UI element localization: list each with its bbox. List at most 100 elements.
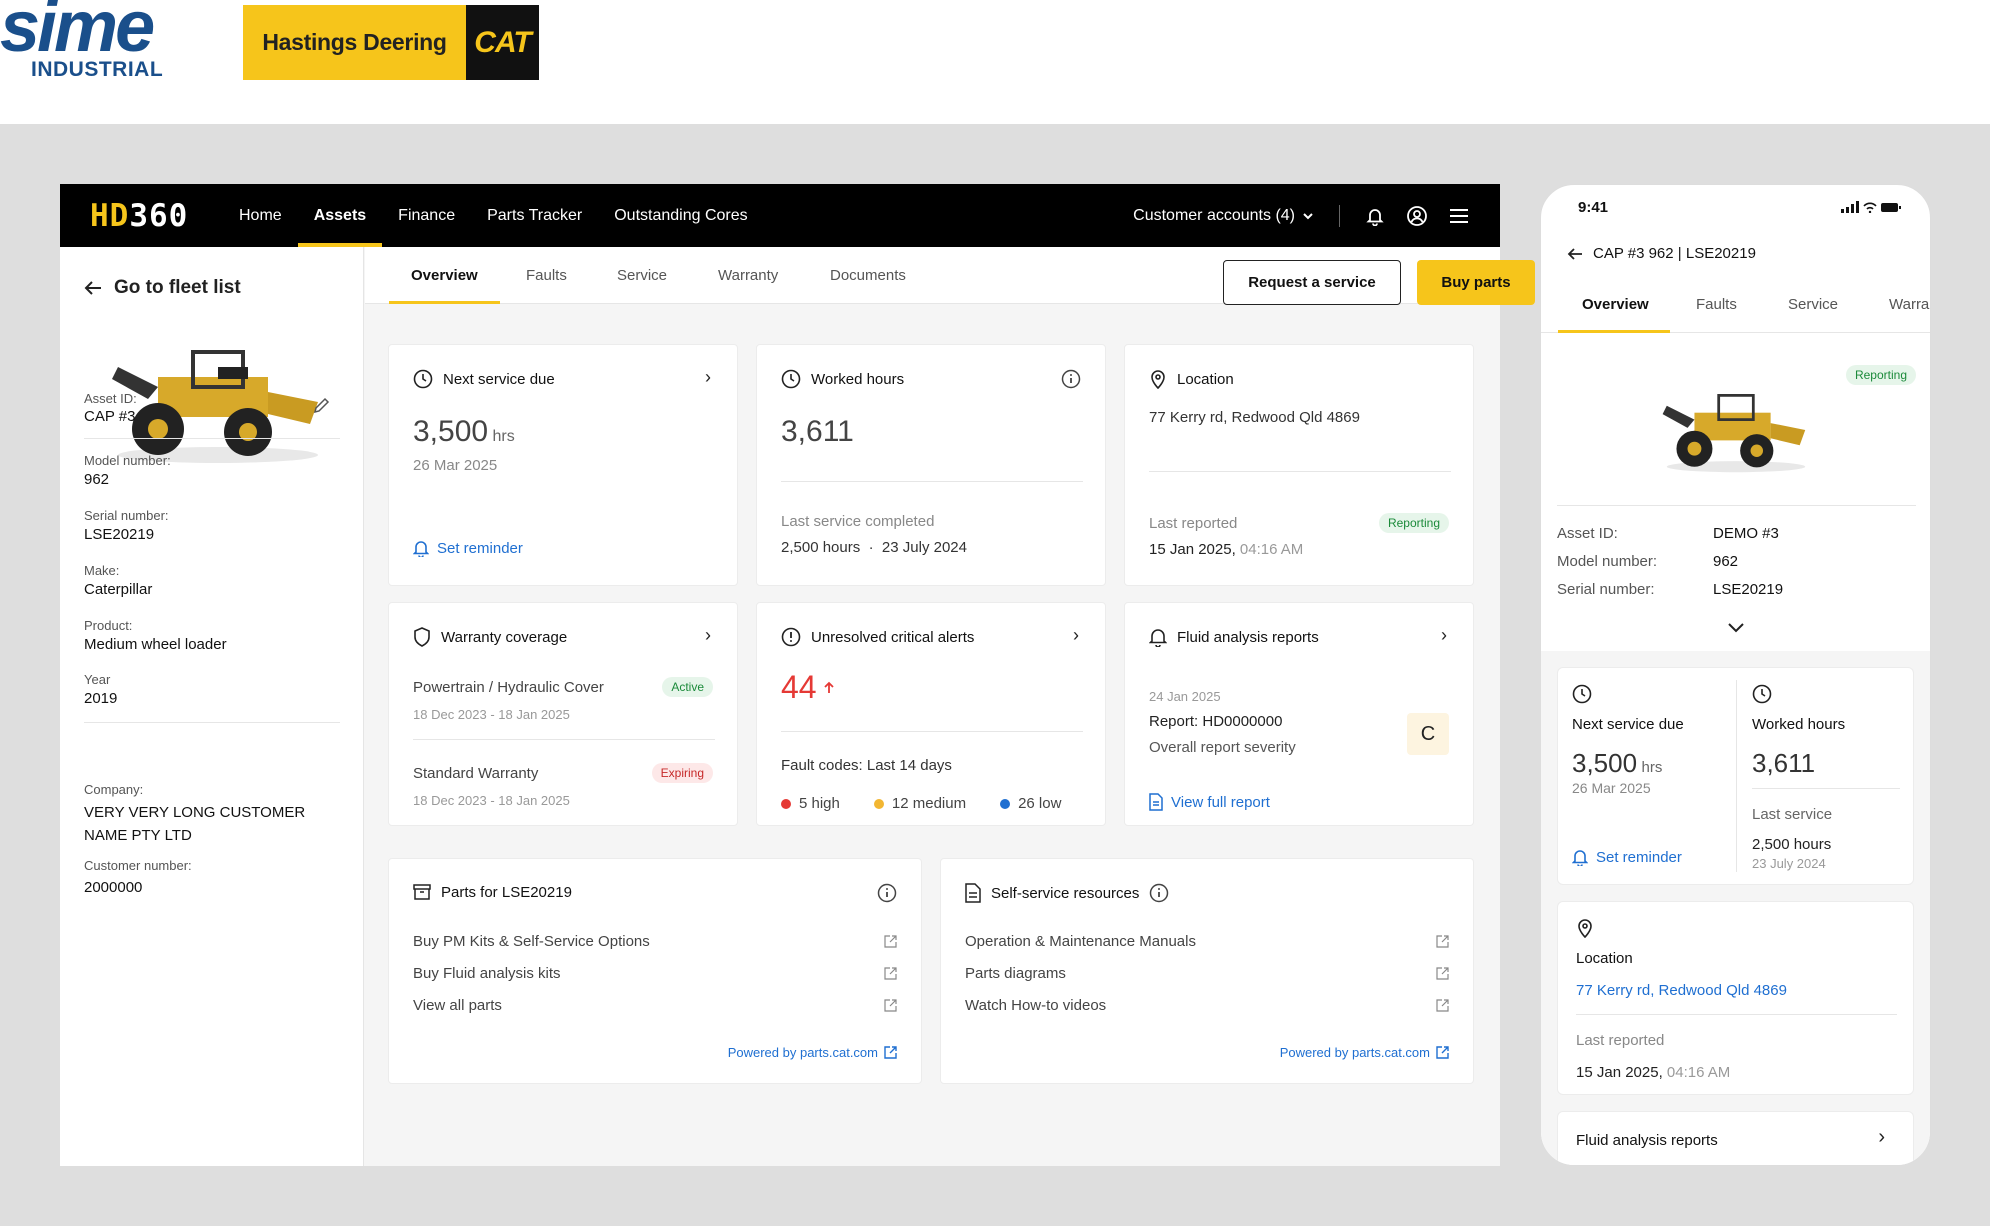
bell-icon[interactable] [1364, 205, 1386, 227]
mobile-app: 9:41 CAP #3 962 | LSE20219 Overview Faul… [1540, 184, 1931, 1166]
location-pin-icon [1578, 919, 1592, 938]
request-service-button[interactable]: Request a service [1223, 260, 1401, 305]
hd360-brand[interactable]: HD360 [90, 198, 188, 234]
clock-icon [781, 369, 801, 389]
alerts-medium-label: 12 medium [891, 795, 967, 812]
tab-warranty[interactable]: Warranty [718, 247, 778, 304]
set-reminder-link[interactable]: Set reminder [413, 539, 523, 557]
asset-sidebar: Go to fleet list Asset ID: CAP #3 Model … [60, 247, 364, 1166]
mobile-service-hours-card: Next service due 3,500 hrs 26 Mar 2025 S… [1557, 667, 1914, 885]
external-link-icon[interactable] [1436, 935, 1449, 948]
external-link-icon[interactable] [1436, 999, 1449, 1012]
nav-assets[interactable]: Assets [297, 184, 383, 247]
document-icon [1149, 793, 1163, 811]
user-icon[interactable] [1406, 205, 1428, 227]
resource-link[interactable]: Operation & Maintenance Manuals [965, 933, 1196, 950]
external-link-icon[interactable] [884, 999, 897, 1012]
last-reported-label: Last reported [1149, 515, 1238, 532]
next-service-card[interactable]: Next service due › 3,500 hrs 26 Mar 2025… [388, 344, 738, 586]
alerts-medium: 12 medium [873, 795, 967, 812]
powered-by-link[interactable]: Powered by parts.cat.com [1280, 1045, 1449, 1060]
location-card: Location 77 Kerry rd, Redwood Qld 4869 L… [1124, 344, 1474, 586]
box-icon [413, 884, 431, 900]
mobile-tab-faults[interactable]: Faults [1696, 277, 1737, 333]
card-divider [413, 739, 715, 740]
tab-faults[interactable]: Faults [526, 247, 567, 304]
worked-hours-card: Worked hours 3,611 Last service complete… [756, 344, 1106, 586]
card-divider [1149, 471, 1451, 472]
tab-documents[interactable]: Documents [830, 247, 906, 304]
card-divider [781, 731, 1083, 732]
mobile-asset-title: CAP #3 962 | LSE20219 [1593, 245, 1756, 262]
mobile-next-service-value: 3,500 hrs [1572, 748, 1662, 779]
chevron-right-icon[interactable]: › [705, 367, 711, 388]
menu-icon[interactable] [1448, 205, 1470, 227]
customer-accounts-dropdown[interactable]: Customer accounts (4) [1133, 207, 1315, 225]
nav-home[interactable]: Home [223, 184, 298, 247]
mobile-set-reminder-link[interactable]: Set reminder [1572, 848, 1682, 866]
mobile-location-address[interactable]: 77 Kerry rd, Redwood Qld 4869 [1576, 982, 1787, 999]
year-value: 2019 [84, 690, 118, 707]
tab-service[interactable]: Service [617, 247, 667, 304]
go-to-fleet-list-link[interactable]: Go to fleet list [84, 277, 241, 299]
year-label: Year [84, 672, 111, 687]
mobile-last-reported-time: 04:16 AM [1666, 1064, 1731, 1081]
warranty-item-range: 18 Dec 2023 - 18 Jan 2025 [413, 707, 570, 722]
chevron-down-icon[interactable] [1727, 622, 1745, 634]
shield-icon [414, 627, 430, 647]
mobile-last-service-label: Last service [1752, 806, 1833, 823]
parts-link[interactable]: View all parts [413, 997, 502, 1014]
nav-parts-tracker[interactable]: Parts Tracker [471, 184, 598, 247]
mobile-fluid-analysis-row[interactable]: Fluid analysis reports › [1557, 1111, 1914, 1165]
critical-alerts-title: Unresolved critical alerts [781, 627, 974, 647]
alerts-high-label: 5 high [799, 795, 840, 812]
location-address: 77 Kerry rd, Redwood Qld 4869 [1149, 409, 1360, 426]
sidebar-divider [84, 438, 340, 439]
mobile-back-title[interactable]: CAP #3 962 | LSE20219 [1567, 245, 1756, 262]
chevron-right-icon[interactable]: › [1073, 625, 1079, 646]
fluid-analysis-title: Fluid analysis reports [1149, 627, 1319, 647]
chevron-right-icon[interactable]: › [705, 625, 711, 646]
mobile-tab-warranty[interactable]: Warra [1889, 277, 1929, 333]
info-icon[interactable] [877, 883, 897, 903]
next-service-value: 3,500 hrs [413, 415, 515, 449]
external-link-icon[interactable] [884, 935, 897, 948]
resource-link[interactable]: Watch How-to videos [965, 997, 1106, 1014]
parts-link[interactable]: Buy Fluid analysis kits [413, 965, 561, 982]
mobile-reporting-badge: Reporting [1845, 365, 1916, 385]
view-full-report-link[interactable]: View full report [1149, 793, 1270, 811]
mobile-tab-overview[interactable]: Overview [1582, 277, 1649, 333]
mobile-tab-service[interactable]: Service [1788, 277, 1838, 333]
tab-overview[interactable]: Overview [389, 247, 500, 304]
location-title: Location [1149, 369, 1234, 389]
powered-by-link[interactable]: Powered by parts.cat.com [728, 1045, 897, 1060]
go-to-fleet-list-label: Go to fleet list [114, 277, 241, 298]
critical-alerts-card[interactable]: Unresolved critical alerts › 44 Fault co… [756, 602, 1106, 826]
hastings-deering-cat-logo: Hastings Deering CAT [243, 5, 539, 80]
fluid-analysis-card[interactable]: Fluid analysis reports › 24 Jan 2025 Rep… [1124, 602, 1474, 826]
card-divider [1576, 1014, 1897, 1015]
chevron-right-icon[interactable]: › [1441, 625, 1447, 646]
fluid-report-date: 24 Jan 2025 [1149, 689, 1221, 704]
warranty-item-name: Standard Warranty [413, 765, 539, 782]
top-banner: sime INDUSTRIAL Hastings Deering CAT [0, 0, 1990, 124]
pencil-icon[interactable] [312, 397, 330, 415]
nav-outstanding-cores[interactable]: Outstanding Cores [598, 184, 763, 247]
nav-finance[interactable]: Finance [382, 184, 471, 247]
info-icon[interactable] [1149, 883, 1169, 903]
top-nav: HD360 Home Assets Finance Parts Tracker … [60, 184, 1500, 247]
warranty-card[interactable]: Warranty coverage › Powertrain / Hydraul… [388, 602, 738, 826]
mobile-serial-value: LSE20219 [1713, 581, 1784, 598]
mobile-worked-hours-title: Worked hours [1752, 716, 1846, 733]
asset-tabs-bar: Overview Faults Service Warranty Documen… [365, 247, 1535, 305]
buy-parts-button[interactable]: Buy parts [1417, 260, 1535, 305]
self-service-title: Self-service resources [965, 883, 1169, 903]
external-link-icon[interactable] [884, 967, 897, 980]
info-icon[interactable] [1061, 369, 1081, 389]
parts-title: Parts for LSE20219 [413, 883, 572, 901]
sime-logo-sub: INDUSTRIAL [31, 58, 164, 81]
resource-link[interactable]: Parts diagrams [965, 965, 1066, 982]
parts-link[interactable]: Buy PM Kits & Self-Service Options [413, 933, 650, 950]
external-link-icon[interactable] [1436, 967, 1449, 980]
alerts-count: 44 [781, 669, 835, 706]
